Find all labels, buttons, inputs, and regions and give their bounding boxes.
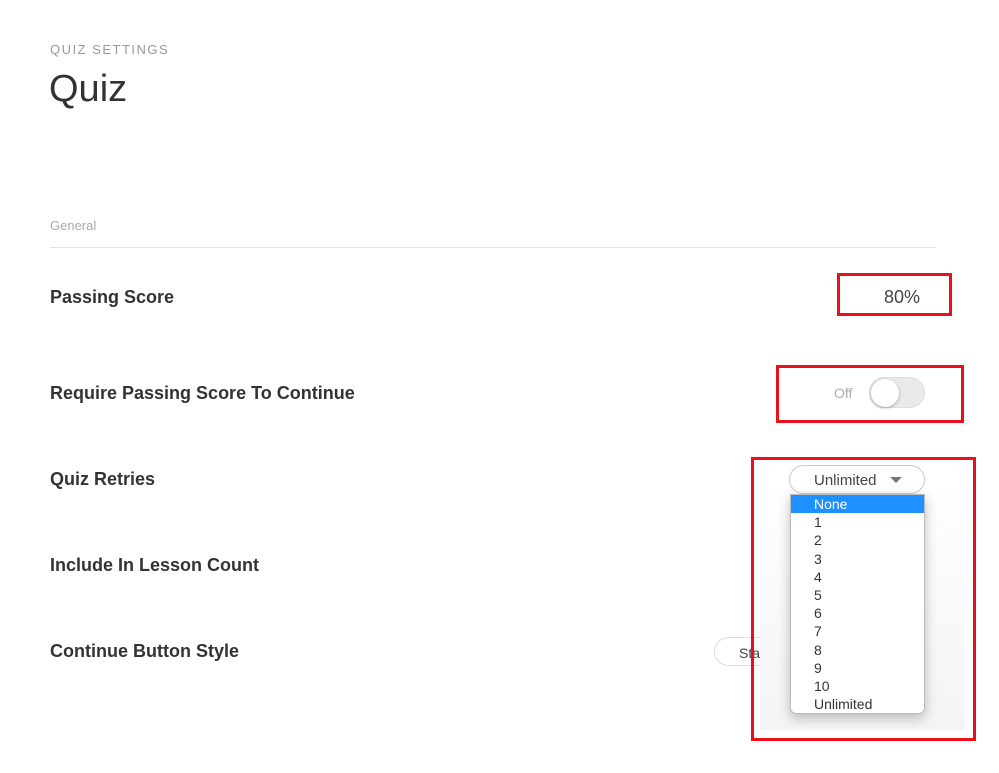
page-eyebrow: QUIZ SETTINGS xyxy=(50,42,170,57)
lesson-count-label: Include In Lesson Count xyxy=(50,555,260,575)
page-title: Quiz xyxy=(49,68,128,110)
require-passing-label: Require Passing Score To Continue xyxy=(50,383,355,403)
annotation-box xyxy=(751,457,976,741)
annotation-box xyxy=(837,273,952,316)
passing-score-label: Passing Score xyxy=(50,287,175,307)
divider xyxy=(50,247,936,248)
continue-style-label: Continue Button Style xyxy=(50,641,239,661)
quiz-retries-label: Quiz Retries xyxy=(50,469,156,489)
section-general: General xyxy=(50,218,97,233)
annotation-box xyxy=(776,365,964,423)
